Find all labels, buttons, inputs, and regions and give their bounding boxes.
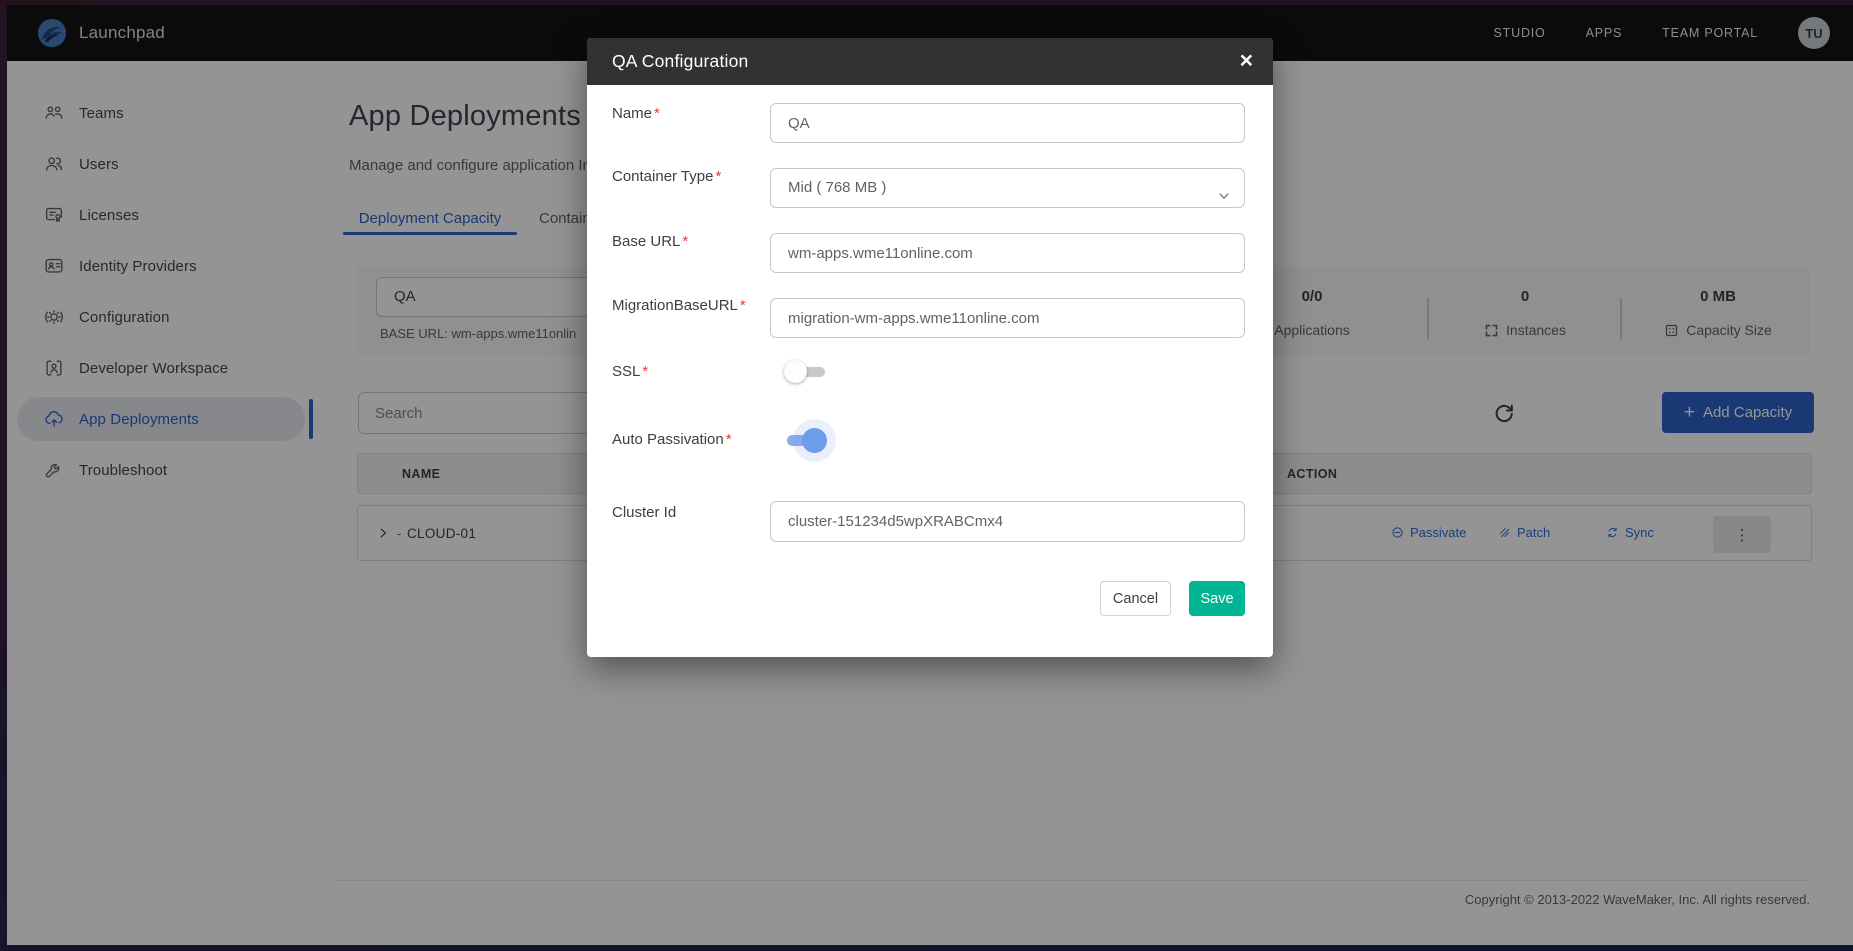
- save-button[interactable]: Save: [1189, 581, 1245, 616]
- chevron-down-icon: [1216, 181, 1232, 197]
- migration-base-url-label: MigrationBaseURL*: [612, 297, 746, 314]
- name-label: Name*: [612, 105, 660, 122]
- cluster-id-field[interactable]: [770, 501, 1245, 542]
- cluster-id-label: Cluster Id: [612, 504, 676, 521]
- container-type-select[interactable]: Mid ( 768 MB ): [770, 168, 1245, 208]
- required-asterisk: *: [682, 233, 688, 250]
- required-asterisk: *: [654, 105, 660, 122]
- name-field[interactable]: [770, 103, 1245, 143]
- toggle-knob: [802, 428, 827, 453]
- modal-title: QA Configuration: [612, 51, 748, 72]
- required-asterisk: *: [642, 363, 648, 380]
- qa-configuration-modal: QA Configuration × Name* Container Type*…: [587, 38, 1273, 657]
- migration-base-url-field[interactable]: [770, 298, 1245, 338]
- base-url-field[interactable]: [770, 233, 1245, 273]
- required-asterisk: *: [740, 297, 746, 314]
- base-url-label: Base URL*: [612, 233, 688, 250]
- toggle-knob: [784, 360, 807, 383]
- auto-passivation-label: Auto Passivation*: [612, 431, 732, 448]
- ssl-label: SSL*: [612, 363, 648, 380]
- required-asterisk: *: [726, 431, 732, 448]
- close-icon[interactable]: ×: [1240, 46, 1253, 74]
- page-background: Launchpad STUDIO APPS TEAM PORTAL TU Tea…: [0, 0, 1853, 951]
- required-asterisk: *: [715, 168, 721, 185]
- cancel-button[interactable]: Cancel: [1100, 581, 1171, 616]
- modal-header: QA Configuration ×: [587, 38, 1273, 85]
- container-type-label: Container Type*: [612, 168, 721, 185]
